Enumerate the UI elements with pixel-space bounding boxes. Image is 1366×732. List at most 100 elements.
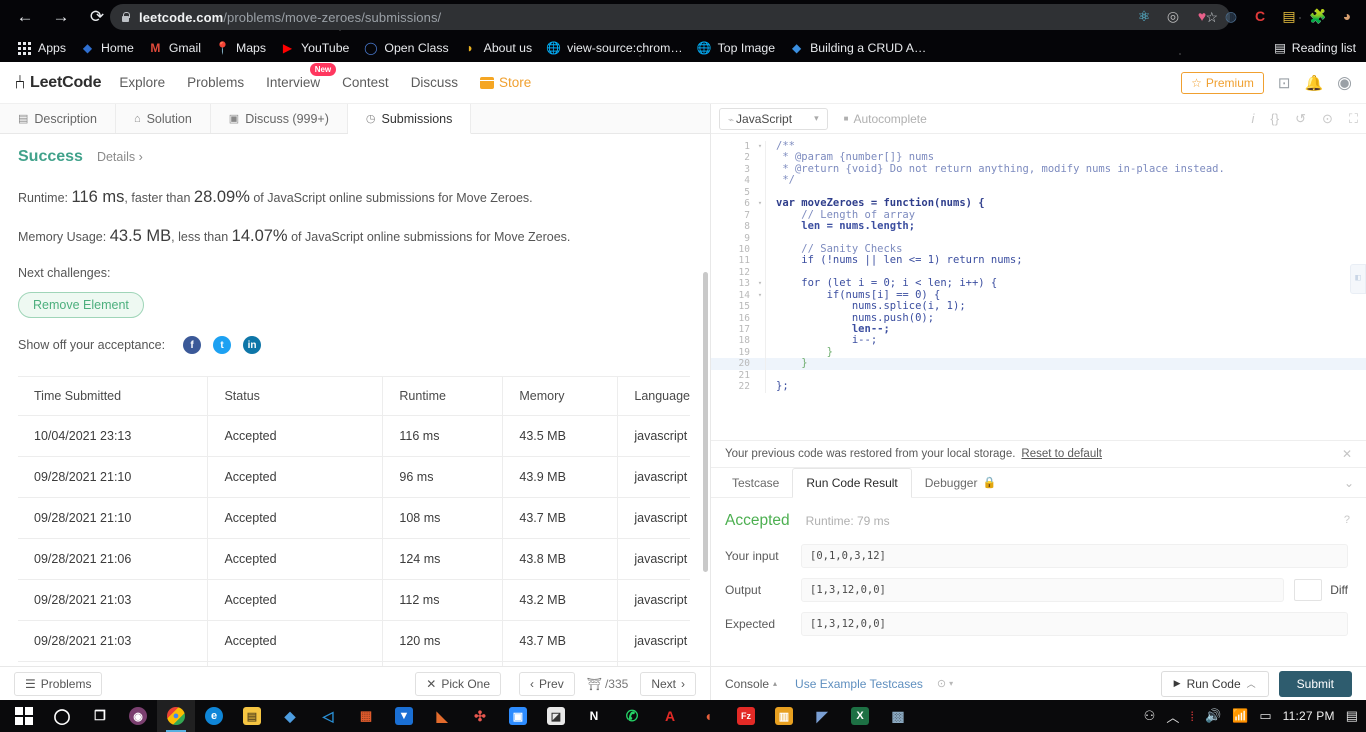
excel-icon[interactable]: X xyxy=(841,700,879,732)
folder-icon[interactable]: ▤ xyxy=(1276,3,1302,29)
settings-icon[interactable]: ⊙ xyxy=(1322,111,1333,127)
reload-icon[interactable]: ⟳ xyxy=(82,2,112,32)
volume-icon[interactable]: 🔊 xyxy=(1205,708,1221,724)
windows-start-icon[interactable] xyxy=(5,700,43,732)
puzzle-icon[interactable]: 🧩 xyxy=(1305,3,1331,29)
fold-icon[interactable]: ▾ xyxy=(755,278,765,289)
bookmark-home[interactable]: ◆ Home xyxy=(73,37,141,59)
table-row[interactable]: 10/04/2021 23:13 Accepted 116 ms 43.5 MB… xyxy=(18,415,690,457)
table-row[interactable]: 09/28/2021 21:03 Accepted 120 ms 43.7 MB… xyxy=(18,620,690,662)
bookmark-view-source[interactable]: 🌐 view-source:chrom… xyxy=(539,37,689,59)
bookmark-building-crud[interactable]: ◆ Building a CRUD A… xyxy=(782,37,933,59)
matlab-icon[interactable]: ◣ xyxy=(423,700,461,732)
diff-checkbox[interactable] xyxy=(1294,579,1323,601)
notion-icon[interactable]: N xyxy=(575,700,613,732)
help-icon[interactable]: ⊙ ▾ xyxy=(937,677,953,690)
address-bar[interactable]: leetcode.com/problems/move-zeroes/submis… xyxy=(110,4,1230,30)
nav-store[interactable]: Store xyxy=(479,75,531,90)
terminal-add-icon[interactable]: ⊡ xyxy=(1278,74,1291,92)
twitter-icon[interactable]: t xyxy=(213,336,232,354)
target-icon[interactable]: ◎ xyxy=(1160,3,1186,29)
fold-icon[interactable]: ▾ xyxy=(755,141,765,152)
back-icon[interactable]: ← xyxy=(10,2,40,32)
cell-status[interactable]: Accepted xyxy=(207,497,384,539)
nav-problems[interactable]: Problems xyxy=(187,75,244,90)
postman-icon[interactable]: ◆ xyxy=(271,700,309,732)
tab-solution[interactable]: ⌂ Solution xyxy=(116,104,211,133)
use-example-testcases-link[interactable]: Use Example Testcases xyxy=(795,677,923,691)
help-icon[interactable]: ? xyxy=(1344,514,1350,526)
tab-discuss[interactable]: ▣ Discuss (999+) xyxy=(211,104,348,133)
reading-list-button[interactable]: ▤ Reading list xyxy=(1274,41,1356,55)
onenote-icon[interactable]: ◤ xyxy=(803,700,841,732)
fold-icon[interactable]: ▾ xyxy=(755,198,765,209)
bookmark-open-class[interactable]: ◯ Open Class xyxy=(356,37,455,59)
nav-contest[interactable]: Contest xyxy=(342,75,389,90)
forward-icon[interactable]: → xyxy=(46,2,76,32)
clock[interactable]: 11:27 PM xyxy=(1283,709,1335,723)
left-panel-scrollbar[interactable] xyxy=(703,272,708,572)
reset-icon[interactable]: ↺ xyxy=(1295,111,1306,127)
next-button[interactable]: Next › xyxy=(640,671,696,696)
run-code-button[interactable]: ▶ Run Code ︿ xyxy=(1160,670,1269,697)
autocomplete-toggle[interactable]: ■ Autocomplete xyxy=(844,112,927,126)
notification-icon[interactable]: ▤ xyxy=(1346,708,1358,724)
col-memory[interactable]: Memory xyxy=(502,376,619,416)
fold-icon[interactable]: ▾ xyxy=(755,290,765,301)
table-row[interactable]: 09/28/2021 21:10 Accepted 96 ms 43.9 MB … xyxy=(18,456,690,498)
react-icon[interactable]: ⚛ xyxy=(1131,3,1157,29)
filezilla-icon[interactable]: Fz xyxy=(727,700,765,732)
bookmark-youtube[interactable]: ▶ YouTube xyxy=(273,37,356,59)
bookmark-maps[interactable]: 📍 Maps xyxy=(208,37,273,59)
table-row[interactable]: 09/28/2021 21:10 Accepted 108 ms 43.7 MB… xyxy=(18,497,690,539)
diff-toggle[interactable]: Diff xyxy=(1294,579,1348,601)
tab-run-code-result[interactable]: Run Code Result xyxy=(792,468,912,498)
media-player-icon[interactable]: ◉ xyxy=(119,700,157,732)
cell-status[interactable]: Accepted xyxy=(207,456,384,498)
col-runtime[interactable]: Runtime xyxy=(382,376,504,416)
reset-to-default-link[interactable]: Reset to default xyxy=(1021,448,1102,460)
fullscreen-icon[interactable]: ⛶ xyxy=(1349,111,1358,127)
ms-store-icon[interactable]: ▦ xyxy=(347,700,385,732)
whatsapp-icon[interactable]: ✆ xyxy=(613,700,651,732)
monitor-icon[interactable]: ▩ xyxy=(879,700,917,732)
user-avatar-icon[interactable]: ◉ xyxy=(1337,73,1352,93)
bell-icon[interactable]: 🔔 xyxy=(1304,74,1323,92)
bookmark-gmail[interactable]: M Gmail xyxy=(141,37,208,59)
wifi-icon[interactable]: 📶 xyxy=(1232,708,1248,724)
nav-discuss[interactable]: Discuss xyxy=(411,75,458,90)
challenge-remove-element-button[interactable]: Remove Element xyxy=(18,292,144,318)
profile-avatar-icon[interactable]: ◕ xyxy=(1334,3,1360,29)
battery-tray-icon[interactable]: ⁞ xyxy=(1190,709,1194,724)
bitwarden-icon[interactable]: ▥ xyxy=(765,700,803,732)
cortana-circle-icon[interactable]: ◯ xyxy=(43,700,81,732)
tab-debugger[interactable]: Debugger 🔒 xyxy=(912,468,1009,497)
bookmark-top-image[interactable]: 🌐 Top Image xyxy=(690,37,782,59)
format-braces-icon[interactable]: {} xyxy=(1270,111,1279,126)
code-editor[interactable]: 1 ▾/** 2 * @param {number[]} nums 3 * @re… xyxy=(711,134,1366,440)
cell-status[interactable]: Accepted xyxy=(207,415,384,457)
vscode-icon[interactable]: ◁ xyxy=(309,700,347,732)
chrome-icon[interactable]: ● xyxy=(157,700,195,732)
tab-description[interactable]: ▤ Description xyxy=(0,104,116,133)
collapse-results-icon[interactable]: ⌄ xyxy=(1344,468,1366,497)
language-select[interactable]: ⌁ JavaScript ▾ xyxy=(719,107,828,130)
opera-icon[interactable]: ◖ xyxy=(689,700,727,732)
cell-status[interactable]: Accepted xyxy=(207,538,384,580)
tab-submissions[interactable]: ◷ Submissions xyxy=(347,104,472,134)
edge-icon[interactable]: e xyxy=(195,700,233,732)
cell-status[interactable]: Accepted xyxy=(207,620,384,662)
info-icon[interactable]: i xyxy=(1252,111,1255,126)
heart-icon[interactable]: ♥ xyxy=(1189,3,1215,29)
zoom-icon[interactable]: ▣ xyxy=(499,700,537,732)
cell-status[interactable]: Accepted xyxy=(207,579,384,621)
dropbox-icon[interactable]: ▼ xyxy=(385,700,423,732)
acrobat-icon[interactable]: A xyxy=(651,700,689,732)
slack-icon[interactable]: ✣ xyxy=(461,700,499,732)
file-explorer-icon[interactable]: ▤ xyxy=(233,700,271,732)
circle-icon[interactable]: ◍ xyxy=(1218,3,1244,29)
bookmark-apps[interactable]: Apps xyxy=(10,37,73,59)
nav-interview[interactable]: Interview New xyxy=(266,63,337,90)
problems-button[interactable]: ☰ Problems xyxy=(14,671,103,696)
c-icon[interactable]: C xyxy=(1247,3,1273,29)
